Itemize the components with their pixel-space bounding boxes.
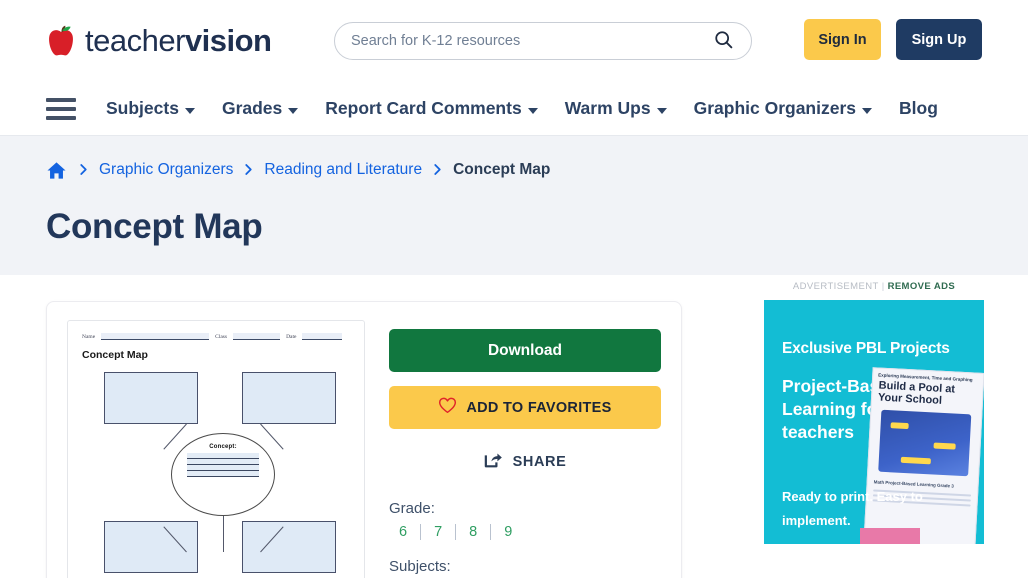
apple-icon: [46, 25, 76, 57]
worksheet-class-rule: [233, 333, 281, 340]
actions-column: Download ADD TO FAVORITES SHARE Grade: 6…: [389, 320, 661, 578]
nav-label: Grades: [221, 98, 283, 118]
worksheet-concept-label: Concept:: [209, 444, 237, 450]
breadcrumb-item-reading-and-literature[interactable]: Reading and Literature: [264, 161, 422, 179]
worksheet-diagram: Concept:: [82, 368, 350, 578]
subjects-label: Subjects:: [389, 558, 451, 575]
heart-icon: [438, 397, 457, 418]
ad-tagline: Ready to print. Easy to implement.: [782, 489, 923, 528]
share-button[interactable]: SHARE: [389, 445, 661, 478]
remove-ads-link[interactable]: REMOVE ADS: [888, 281, 956, 292]
grade-links: 6 7 8 9: [389, 524, 661, 540]
connector-line: [163, 423, 187, 450]
breadcrumb-separator: [79, 162, 88, 179]
advertisement-banner[interactable]: Exclusive PBL Projects Project-Based Lea…: [764, 300, 984, 544]
grade-link-7[interactable]: 7: [421, 524, 457, 540]
main-navigation: Subjects Grades Report Card Comments War…: [0, 82, 1028, 136]
connector-line: [223, 514, 224, 552]
download-button[interactable]: Download: [389, 329, 661, 372]
nav-item-subjects[interactable]: Subjects: [106, 98, 195, 119]
grade-link-6[interactable]: 6: [399, 524, 422, 540]
breadcrumb: Graphic Organizers Reading and Literatur…: [46, 158, 982, 182]
nav-item-graphic-organizers[interactable]: Graphic Organizers: [693, 98, 873, 119]
breadcrumb-band: Graphic Organizers Reading and Literatur…: [0, 136, 1028, 275]
nav-label: Report Card Comments: [325, 98, 522, 118]
sign-in-button[interactable]: Sign In: [804, 19, 881, 60]
advertisement-label: ADVERTISEMENT: [792, 281, 879, 292]
ad-accent-strip: [860, 528, 920, 544]
worksheet-title: Concept Map: [82, 349, 148, 361]
add-to-favorites-button[interactable]: ADD TO FAVORITES: [389, 386, 661, 429]
auth-buttons: Sign In Sign Up: [804, 19, 982, 60]
logo-text-light: teacher: [85, 23, 185, 58]
grade-label: Grade:: [389, 500, 435, 517]
share-icon: [484, 451, 503, 472]
hamburger-bar: [46, 115, 76, 120]
breadcrumb-item-current: Concept Map: [453, 161, 551, 178]
worksheet-name-rule: [101, 333, 210, 340]
logo-text: teachervision: [85, 23, 272, 59]
writing-line: [187, 471, 259, 477]
search-icon: [713, 29, 734, 53]
nav-label: Warm Ups: [564, 98, 651, 118]
nav-item-warm-ups[interactable]: Warm Ups: [565, 98, 667, 119]
worksheet-fields: Name Class Date: [82, 333, 350, 340]
search-box[interactable]: [334, 22, 752, 60]
grade-link-8[interactable]: 8: [456, 524, 492, 540]
nav-label: Subjects: [106, 98, 179, 118]
worksheet-page: Name Class Date Concept Map Concept:: [68, 321, 364, 578]
home-icon[interactable]: [46, 160, 68, 180]
site-header: teachervision Sign In Sign Up: [0, 0, 1028, 82]
ad-cover-artwork: [878, 409, 972, 477]
site-logo[interactable]: teachervision: [46, 23, 336, 59]
logo-text-bold: vision: [184, 23, 272, 58]
sign-up-button[interactable]: Sign Up: [896, 19, 982, 60]
ad-cover-chip: [890, 422, 909, 430]
worksheet-box-top-right: [242, 372, 336, 424]
search-submit-button[interactable]: [711, 29, 735, 53]
chevron-down-icon: [656, 107, 667, 114]
chevron-down-icon: [288, 107, 299, 114]
ad-headline: Exclusive PBL Projects: [782, 340, 950, 357]
breadcrumb-separator: [433, 162, 442, 179]
page-title: Concept Map: [46, 207, 263, 246]
chevron-down-icon: [184, 107, 195, 114]
nav-item-grades[interactable]: Grades: [221, 98, 299, 119]
worksheet-class-label: Class: [215, 334, 228, 340]
worksheet-preview[interactable]: Name Class Date Concept Map Concept:: [67, 320, 365, 578]
worksheet-date-label: Date: [286, 334, 297, 340]
ad-cover-chip: [933, 442, 956, 450]
nav-item-blog[interactable]: Blog: [899, 98, 938, 119]
grade-link-9[interactable]: 9: [491, 524, 525, 540]
ad-cover-title: Build a Pool at Your School: [877, 379, 956, 407]
connector-line: [260, 423, 284, 450]
hamburger-icon[interactable]: [46, 97, 76, 120]
worksheet-center-oval: Concept:: [171, 433, 275, 516]
breadcrumb-item-graphic-organizers[interactable]: Graphic Organizers: [99, 161, 233, 179]
ad-cover-chip: [900, 456, 931, 465]
advertisement-rail: ADVERTISEMENT | REMOVE ADS Exclusive PBL P…: [764, 275, 984, 544]
main-content: Name Class Date Concept Map Concept: Dow…: [0, 275, 1028, 578]
search-input[interactable]: [351, 33, 711, 49]
hamburger-bar: [46, 106, 76, 111]
hamburger-bar: [46, 97, 76, 102]
worksheet-box-bottom-left: [104, 521, 198, 573]
nav-label: Graphic Organizers: [693, 98, 857, 118]
chevron-down-icon: [862, 107, 873, 114]
worksheet-writing-lines: [187, 453, 259, 477]
nav-item-report-card-comments[interactable]: Report Card Comments: [325, 98, 538, 119]
worksheet-box-top-left: [104, 372, 198, 424]
nav-label: Blog: [899, 98, 938, 118]
worksheet-box-bottom-right: [242, 521, 336, 573]
chevron-down-icon: [527, 107, 538, 114]
favorites-label: ADD TO FAVORITES: [466, 399, 612, 416]
advertisement-header: ADVERTISEMENT | REMOVE ADS: [764, 275, 984, 300]
worksheet-date-rule: [302, 333, 343, 340]
advertisement-divider: |: [881, 281, 885, 292]
breadcrumb-separator: [244, 162, 253, 179]
resource-card: Name Class Date Concept Map Concept: Dow…: [46, 301, 682, 578]
search-container: [334, 22, 752, 60]
worksheet-name-label: Name: [82, 334, 96, 340]
share-label: SHARE: [512, 453, 567, 470]
